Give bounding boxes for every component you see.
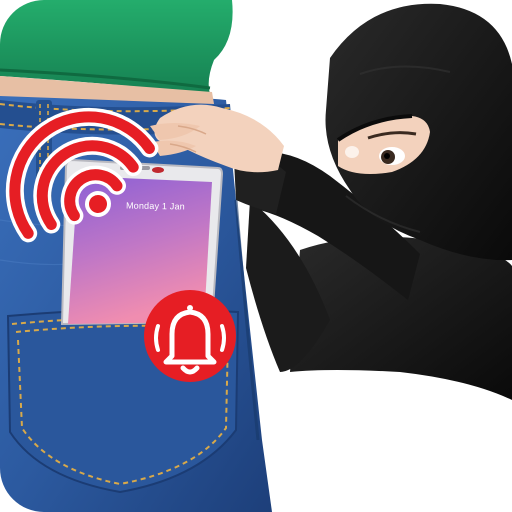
alarm-bell-icon <box>144 290 236 382</box>
scene-illustration <box>0 0 512 512</box>
phone-lockscreen-date: Monday 1 Jan <box>125 200 186 212</box>
green-shirt <box>0 0 233 104</box>
app-icon-tile: Monday 1 Jan <box>0 0 512 512</box>
thief <box>234 3 512 400</box>
